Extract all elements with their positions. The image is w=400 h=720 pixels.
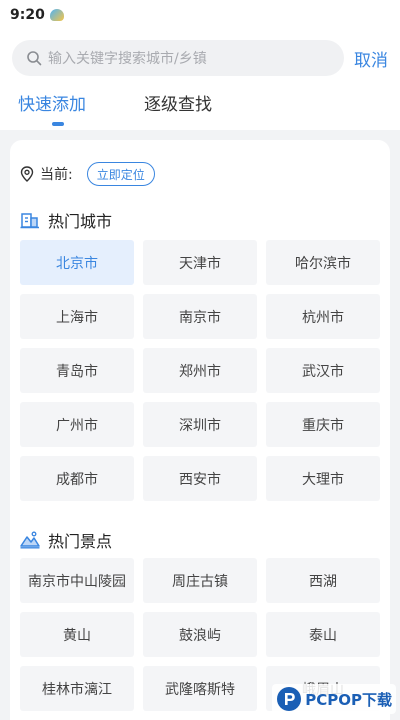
hot-spot-item[interactable]: 南京市中山陵园 — [20, 558, 134, 603]
hot-spot-item[interactable]: 鼓浪屿 — [143, 612, 257, 657]
hot-city-item[interactable]: 杭州市 — [266, 294, 380, 339]
hot-city-item[interactable]: 成都市 — [20, 456, 134, 501]
hot-spot-item[interactable]: 桂林市漓江 — [20, 666, 134, 711]
watermark: PCPOP下载 — [272, 684, 396, 714]
search-input[interactable]: 输入关键字搜索城市/乡镇 — [12, 40, 344, 76]
hot-city-item[interactable]: 北京市 — [20, 240, 134, 285]
hot-cities-title: 热门城市 — [48, 212, 113, 231]
header: 输入关键字搜索城市/乡镇 取消 快速添加 逐级查找 — [0, 30, 400, 130]
hot-spot-item[interactable]: 武隆喀斯特 — [143, 666, 257, 711]
hot-city-item[interactable]: 上海市 — [20, 294, 134, 339]
hot-cities-grid: 北京市 天津市 哈尔滨市上海市 南京市 杭州市青岛市 郑州市 武汉市广州市 深圳市 重庆市成都市… — [20, 240, 380, 501]
hot-spot-item[interactable]: 泰山 — [266, 612, 380, 657]
tab-indicator — [52, 122, 64, 126]
pcpop-logo-icon — [277, 687, 302, 711]
mountain-icon — [20, 531, 40, 549]
hot-city-item[interactable]: 大理市 — [266, 456, 380, 501]
hot-city-item[interactable]: 青岛市 — [20, 348, 134, 393]
content-card: 当前: 立即定位 热门城市 北京市 天津市 哈尔滨市 上海市 南京市 杭州市 青岛市 郑州市武… — [10, 140, 390, 720]
city-building-icon — [20, 213, 39, 229]
hot-spots-heading: 热门景点 — [20, 528, 112, 552]
location-pin-icon — [20, 166, 34, 182]
hot-spot-item[interactable]: 西湖 — [266, 558, 380, 603]
hot-spot-item[interactable]: 周庄古镇 — [143, 558, 257, 603]
hot-city-item[interactable]: 南京市 — [143, 294, 257, 339]
watermark-text: PCPOP下载 — [305, 690, 392, 709]
location-label: 当前: — [40, 167, 73, 183]
hot-city-item[interactable]: 武汉市 — [266, 348, 380, 393]
hot-cities-heading: 热门城市 — [20, 208, 112, 232]
cancel-button[interactable]: 取消 — [354, 46, 388, 71]
hot-city-item[interactable]: 哈尔滨市 — [266, 240, 380, 285]
status-bar: 9:20 — [0, 0, 400, 30]
location-row: 当前: 立即定位 — [20, 162, 155, 186]
status-time: 9:20 — [10, 7, 45, 23]
hot-city-item[interactable]: 深圳市 — [143, 402, 257, 447]
hot-spot-item[interactable]: 黄山 — [20, 612, 134, 657]
hot-city-item[interactable]: 郑州市 — [143, 348, 257, 393]
hot-city-item[interactable]: 西安市 — [143, 456, 257, 501]
hot-city-item[interactable]: 重庆市 — [266, 402, 380, 447]
locate-now-button[interactable]: 立即定位 — [86, 162, 155, 186]
search-icon — [27, 51, 42, 66]
search-placeholder: 输入关键字搜索城市/乡镇 — [48, 51, 207, 67]
hot-spots-title: 热门景点 — [48, 532, 113, 551]
hot-city-item[interactable]: 广州市 — [20, 402, 134, 447]
tab-browse[interactable]: 逐级查找 — [144, 90, 212, 115]
tab-quick-add[interactable]: 快速添加 — [18, 90, 86, 115]
weather-app-icon — [49, 9, 64, 21]
hot-city-item[interactable]: 天津市 — [143, 240, 257, 285]
